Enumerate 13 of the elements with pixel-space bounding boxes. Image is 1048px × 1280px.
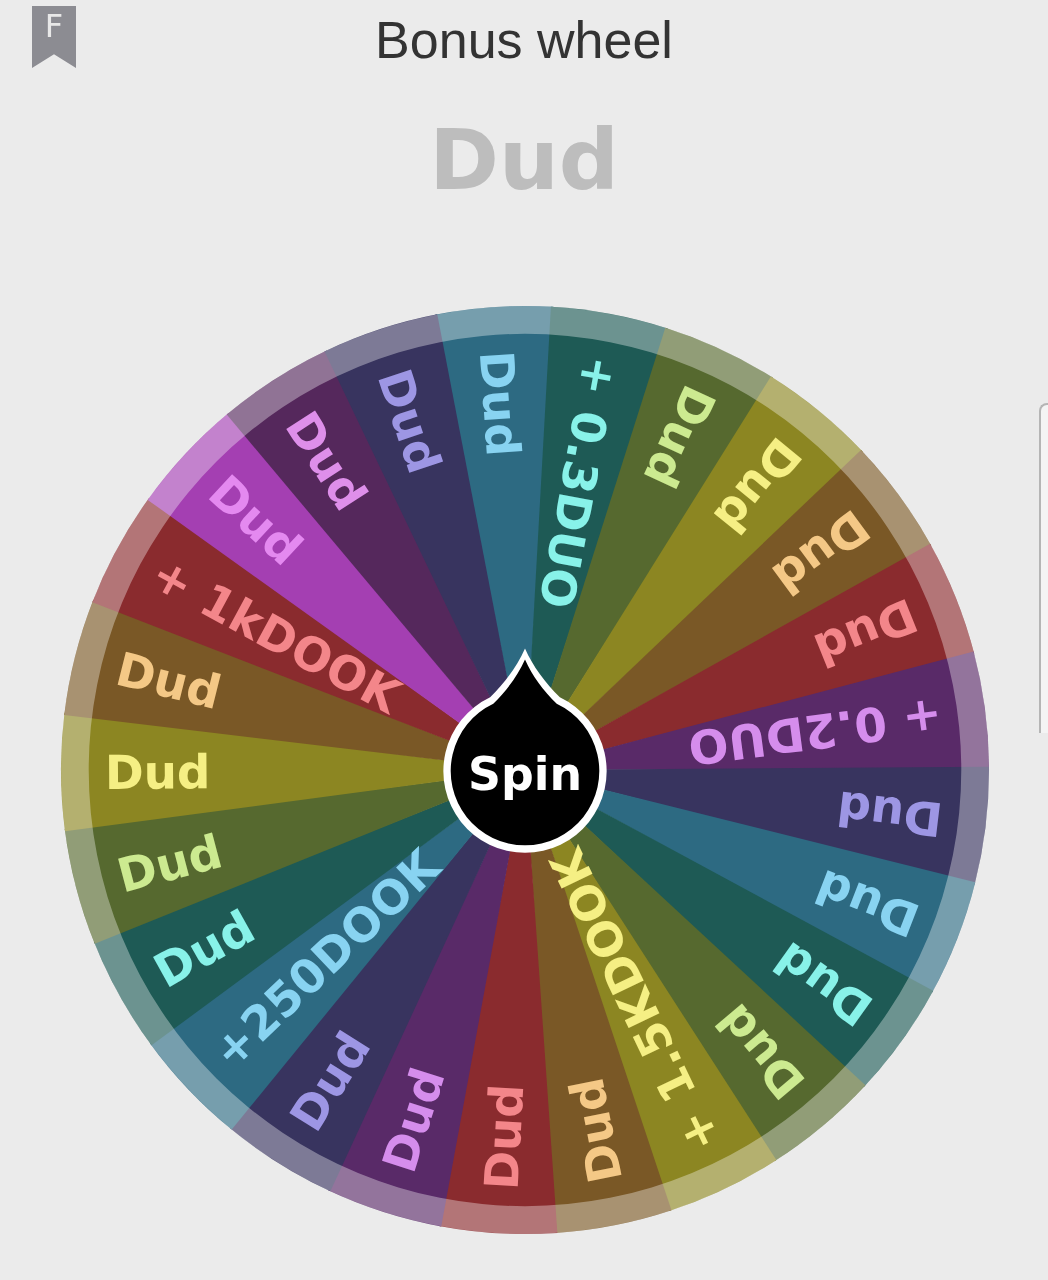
segment-label: + 0.3DUO	[528, 351, 628, 613]
segment-label: Dud	[808, 858, 927, 948]
segment-label: Dud	[806, 587, 925, 678]
segment-label: Dud	[834, 780, 946, 847]
segment-label: + 0.2DUO	[685, 687, 946, 775]
segment-label: Dud	[474, 1082, 535, 1192]
segment-label: Dud	[632, 377, 726, 496]
segment-label: Dud	[104, 745, 211, 800]
segment-label: Dud	[372, 1061, 456, 1179]
window-title: Bonus wheel	[375, 14, 673, 66]
segment-label: Dud	[111, 824, 228, 904]
segment-label: Dud	[366, 362, 452, 481]
segment-label: Dud	[468, 348, 530, 459]
